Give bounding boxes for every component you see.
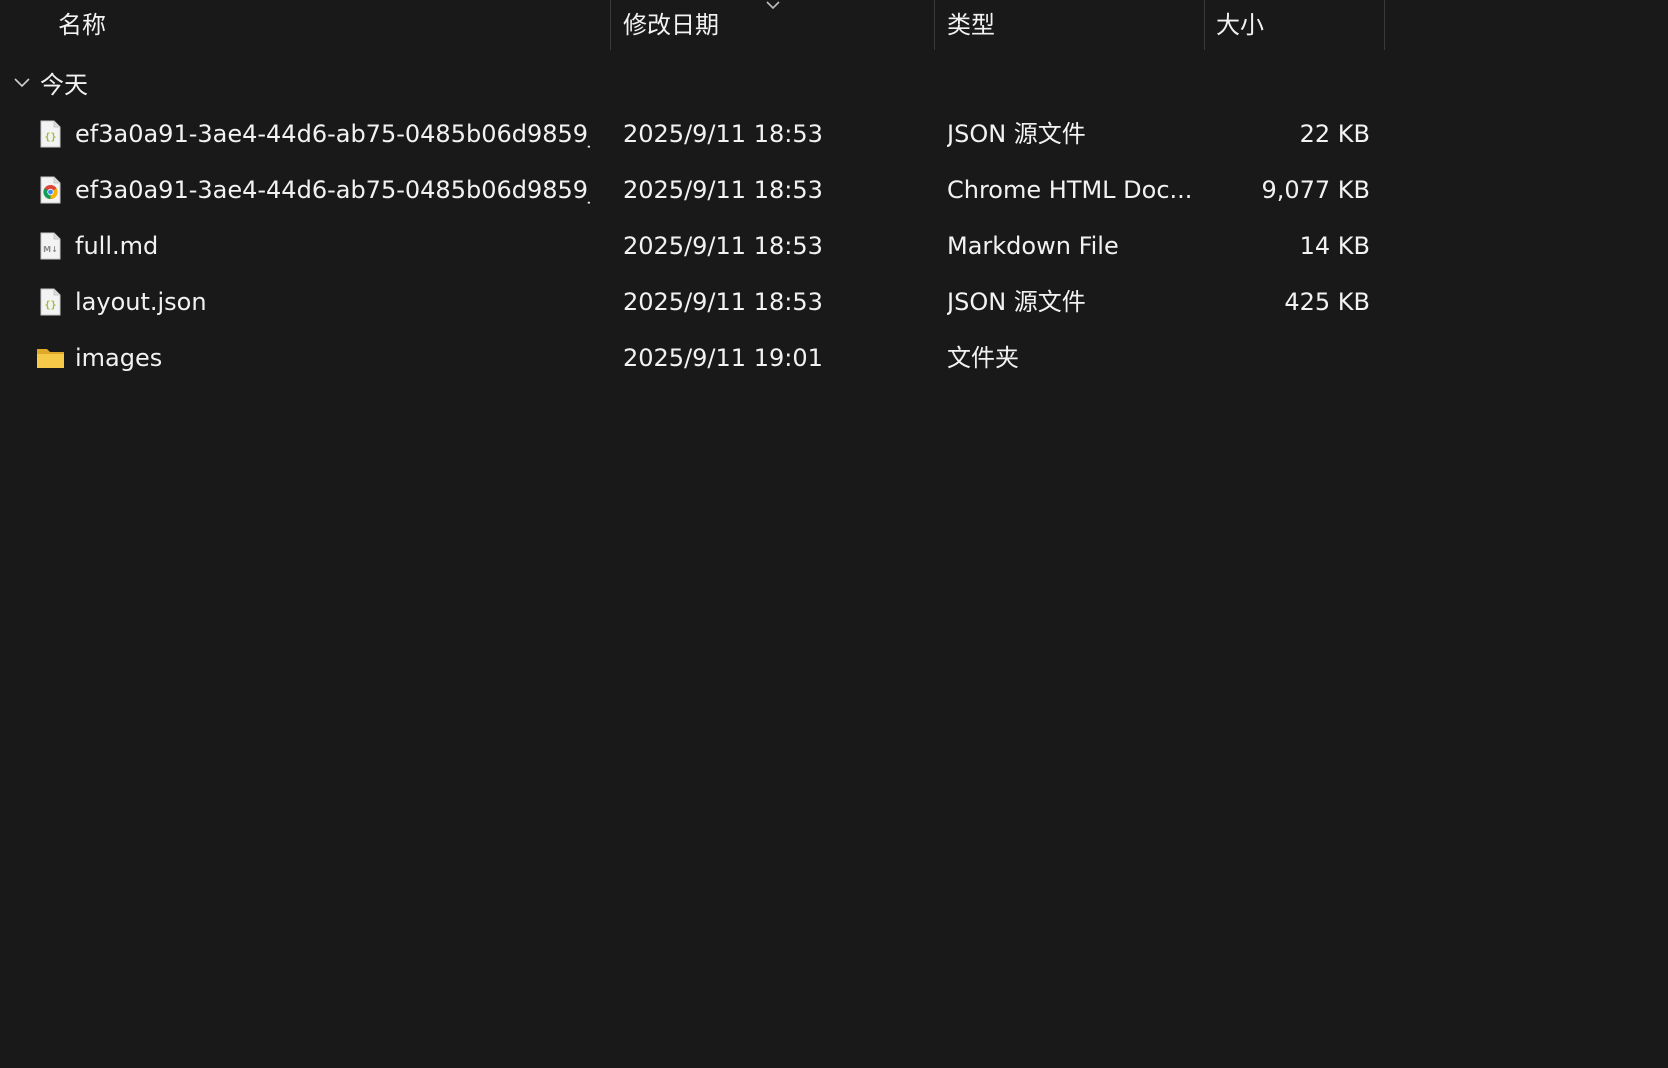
file-type: Markdown File — [947, 232, 1119, 260]
file-type: JSON 源文件 — [947, 120, 1086, 148]
column-header-type-label: 类型 — [947, 11, 995, 39]
svg-text:M↓: M↓ — [43, 245, 58, 254]
folder-icon — [36, 344, 64, 372]
column-divider[interactable] — [934, 0, 935, 50]
file-size: 14 KB — [1299, 232, 1370, 260]
file-size: 9,077 KB — [1261, 176, 1370, 204]
file-modified: 2025/9/11 18:53 — [623, 176, 823, 204]
file-row[interactable]: M↓ full.md 2025/9/11 18:53 Markdown File… — [0, 218, 1390, 274]
file-name: layout.json — [75, 288, 207, 316]
chevron-down-icon — [766, 1, 780, 10]
file-type: JSON 源文件 — [947, 288, 1086, 316]
file-row[interactable]: {} layout.json 2025/9/11 18:53 JSON 源文件 … — [0, 274, 1390, 330]
column-header-name-label: 名称 — [58, 11, 106, 39]
json-file-icon: {} — [36, 288, 64, 316]
file-row[interactable]: {} ef3a0a91-3ae4-44d6-ab75-0485b06d9859_… — [0, 106, 1390, 162]
chevron-down-icon[interactable] — [12, 72, 32, 92]
file-modified: 2025/9/11 18:53 — [623, 232, 823, 260]
folder-name: images — [75, 344, 163, 372]
markdown-file-icon: M↓ — [36, 232, 64, 260]
svg-text:{}: {} — [44, 300, 56, 311]
column-header-size-label: 大小 — [1216, 11, 1264, 39]
file-name: full.md — [75, 232, 159, 260]
column-header-size[interactable]: 大小 — [1216, 0, 1376, 50]
column-divider[interactable] — [1384, 0, 1385, 50]
column-divider[interactable] — [610, 0, 611, 50]
chrome-html-icon — [36, 176, 64, 204]
column-header-bar: 名称 修改日期 类型 大小 — [0, 0, 1668, 50]
file-row[interactable]: ef3a0a91-3ae4-44d6-ab75-0485b06d9859_...… — [0, 162, 1390, 218]
file-modified: 2025/9/11 19:01 — [623, 344, 823, 372]
folder-row[interactable]: images 2025/9/11 19:01 文件夹 — [0, 330, 1390, 386]
file-size — [1210, 330, 1370, 386]
group-header-today[interactable]: 今天 — [12, 60, 88, 104]
column-header-name[interactable]: 名称 — [58, 0, 608, 50]
file-name: ef3a0a91-3ae4-44d6-ab75-0485b06d9859_... — [75, 120, 590, 148]
file-type: Chrome HTML Doc... — [947, 176, 1192, 204]
svg-text:{}: {} — [44, 132, 56, 143]
file-type: 文件夹 — [947, 344, 1019, 372]
group-label: 今天 — [40, 70, 88, 99]
file-size: 425 KB — [1284, 288, 1370, 316]
column-header-modified-label: 修改日期 — [623, 11, 719, 39]
column-divider[interactable] — [1204, 0, 1205, 50]
json-file-icon: {} — [36, 120, 64, 148]
file-size: 22 KB — [1299, 120, 1370, 148]
file-explorer-details-view: 名称 修改日期 类型 大小 今天 {} ef3a0a91-3ae4-44d6-a… — [0, 0, 1668, 1068]
column-header-type[interactable]: 类型 — [947, 0, 1197, 50]
file-modified: 2025/9/11 18:53 — [623, 120, 823, 148]
file-modified: 2025/9/11 18:53 — [623, 288, 823, 316]
file-name: ef3a0a91-3ae4-44d6-ab75-0485b06d9859_... — [75, 176, 590, 204]
